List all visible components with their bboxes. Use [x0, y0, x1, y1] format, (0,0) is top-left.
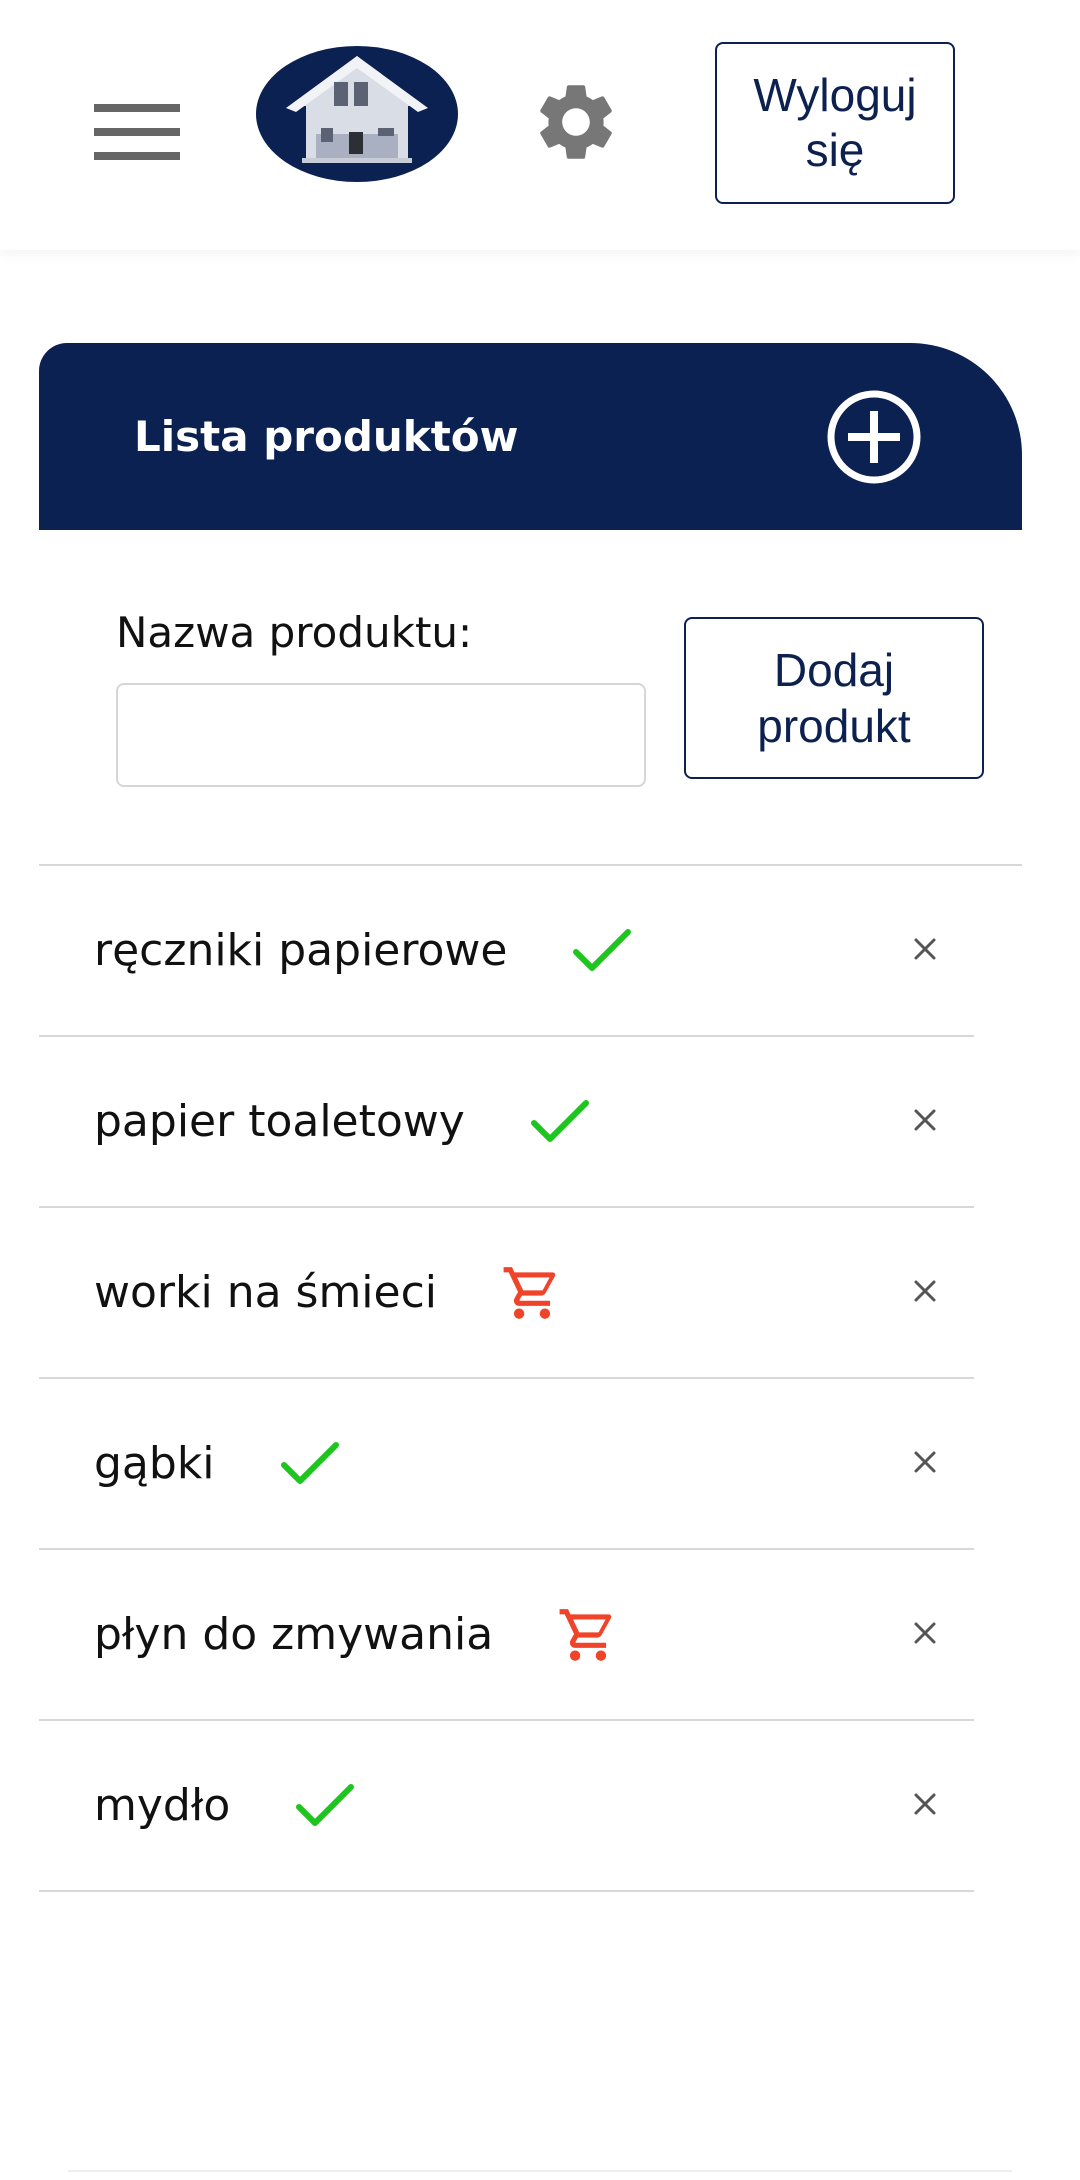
panel-title: Lista produktów: [134, 412, 519, 461]
product-name: worki na śmieci: [94, 1267, 438, 1318]
hamburger-menu-icon[interactable]: [94, 104, 180, 160]
add-product-button[interactable]: Dodaj produkt: [684, 617, 984, 779]
remove-product-button[interactable]: [895, 866, 955, 1035]
close-icon: [913, 1621, 937, 1649]
logout-button[interactable]: Wyloguj się: [715, 42, 955, 204]
product-name: ręczniki papierowe: [94, 925, 508, 976]
close-icon: [913, 1108, 937, 1136]
remove-product-button[interactable]: [895, 1721, 955, 1890]
remove-product-button[interactable]: [895, 1208, 955, 1377]
product-list: ręczniki papierowe papier toaletowy worki …: [39, 866, 974, 1892]
product-name-label: Nazwa produktu:: [116, 608, 473, 657]
product-row: gąbki: [39, 1379, 974, 1550]
close-icon: [913, 1792, 937, 1820]
app-header: Wyloguj się: [0, 0, 1080, 250]
gear-icon[interactable]: [530, 76, 622, 168]
shopping-cart-icon[interactable]: [501, 1262, 563, 1324]
product-name: gąbki: [94, 1438, 215, 1489]
product-row: mydło: [39, 1721, 974, 1892]
product-row: worki na śmieci: [39, 1208, 974, 1379]
checkmark-icon[interactable]: [279, 1433, 341, 1495]
remove-product-button[interactable]: [895, 1037, 955, 1206]
house-logo[interactable]: [256, 46, 458, 182]
shopping-cart-icon[interactable]: [557, 1604, 619, 1666]
plus-circle-icon[interactable]: [826, 389, 922, 485]
product-row: papier toaletowy: [39, 1037, 974, 1208]
close-icon: [913, 1450, 937, 1478]
product-name-input[interactable]: [116, 683, 646, 787]
checkmark-icon[interactable]: [571, 920, 633, 982]
divider: [68, 2170, 1012, 2172]
product-list-header: Lista produktów: [39, 343, 1022, 530]
product-name: płyn do zmywania: [94, 1609, 494, 1660]
product-name: papier toaletowy: [94, 1096, 465, 1147]
checkmark-icon[interactable]: [294, 1775, 356, 1837]
product-row: płyn do zmywania: [39, 1550, 974, 1721]
remove-product-button[interactable]: [895, 1550, 955, 1719]
close-icon: [913, 937, 937, 965]
product-name: mydło: [94, 1780, 231, 1831]
checkmark-icon[interactable]: [529, 1091, 591, 1153]
remove-product-button[interactable]: [895, 1379, 955, 1548]
product-row: ręczniki papierowe: [39, 866, 974, 1037]
close-icon: [913, 1279, 937, 1307]
